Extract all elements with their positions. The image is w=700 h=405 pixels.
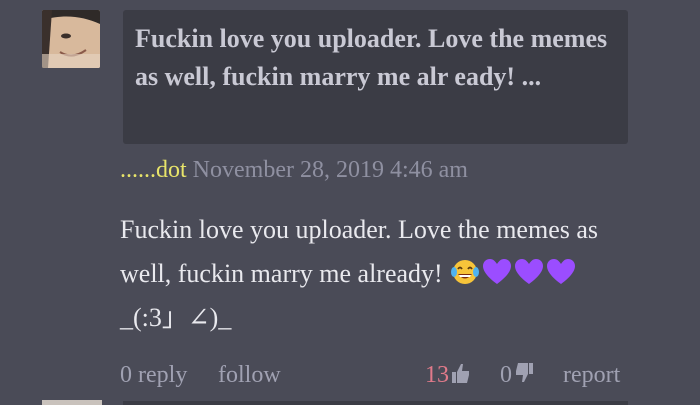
quoted-comment-text: Fuckin love you uploader. Love the memes… — [135, 24, 608, 91]
dislike-button[interactable]: 0 — [500, 357, 533, 393]
purple-heart-icon — [482, 258, 512, 286]
kaomoji: _(:3」∠)_ — [120, 303, 232, 332]
report-link[interactable]: report — [563, 357, 620, 393]
like-button[interactable]: 13 — [425, 357, 470, 393]
like-count: 13 — [425, 362, 449, 388]
next-comment-quote — [123, 401, 628, 405]
comment-meta: ......dot November 28, 2019 4:46 am — [120, 153, 468, 187]
comment-actions: 0 reply follow 13 0 report — [0, 357, 700, 393]
dislike-count: 0 — [500, 362, 512, 388]
comment-body: Fuckin love you uploader. Love the memes… — [120, 208, 600, 340]
comment-timestamp: November 28, 2019 4:46 am — [192, 157, 468, 183]
reply-link[interactable]: 0 reply — [120, 357, 187, 393]
author-name[interactable]: ......dot — [120, 157, 187, 183]
avatar[interactable] — [42, 10, 100, 68]
follow-link[interactable]: follow — [218, 357, 281, 393]
next-comment-avatar — [42, 400, 102, 405]
thumbs-up-icon — [452, 359, 470, 383]
purple-heart-icon — [546, 258, 576, 286]
thumbs-down-icon — [515, 359, 533, 382]
purple-heart-icon — [514, 258, 544, 286]
laughing-crying-icon — [450, 258, 480, 286]
quoted-comment: Fuckin love you uploader. Love the memes… — [123, 10, 628, 144]
